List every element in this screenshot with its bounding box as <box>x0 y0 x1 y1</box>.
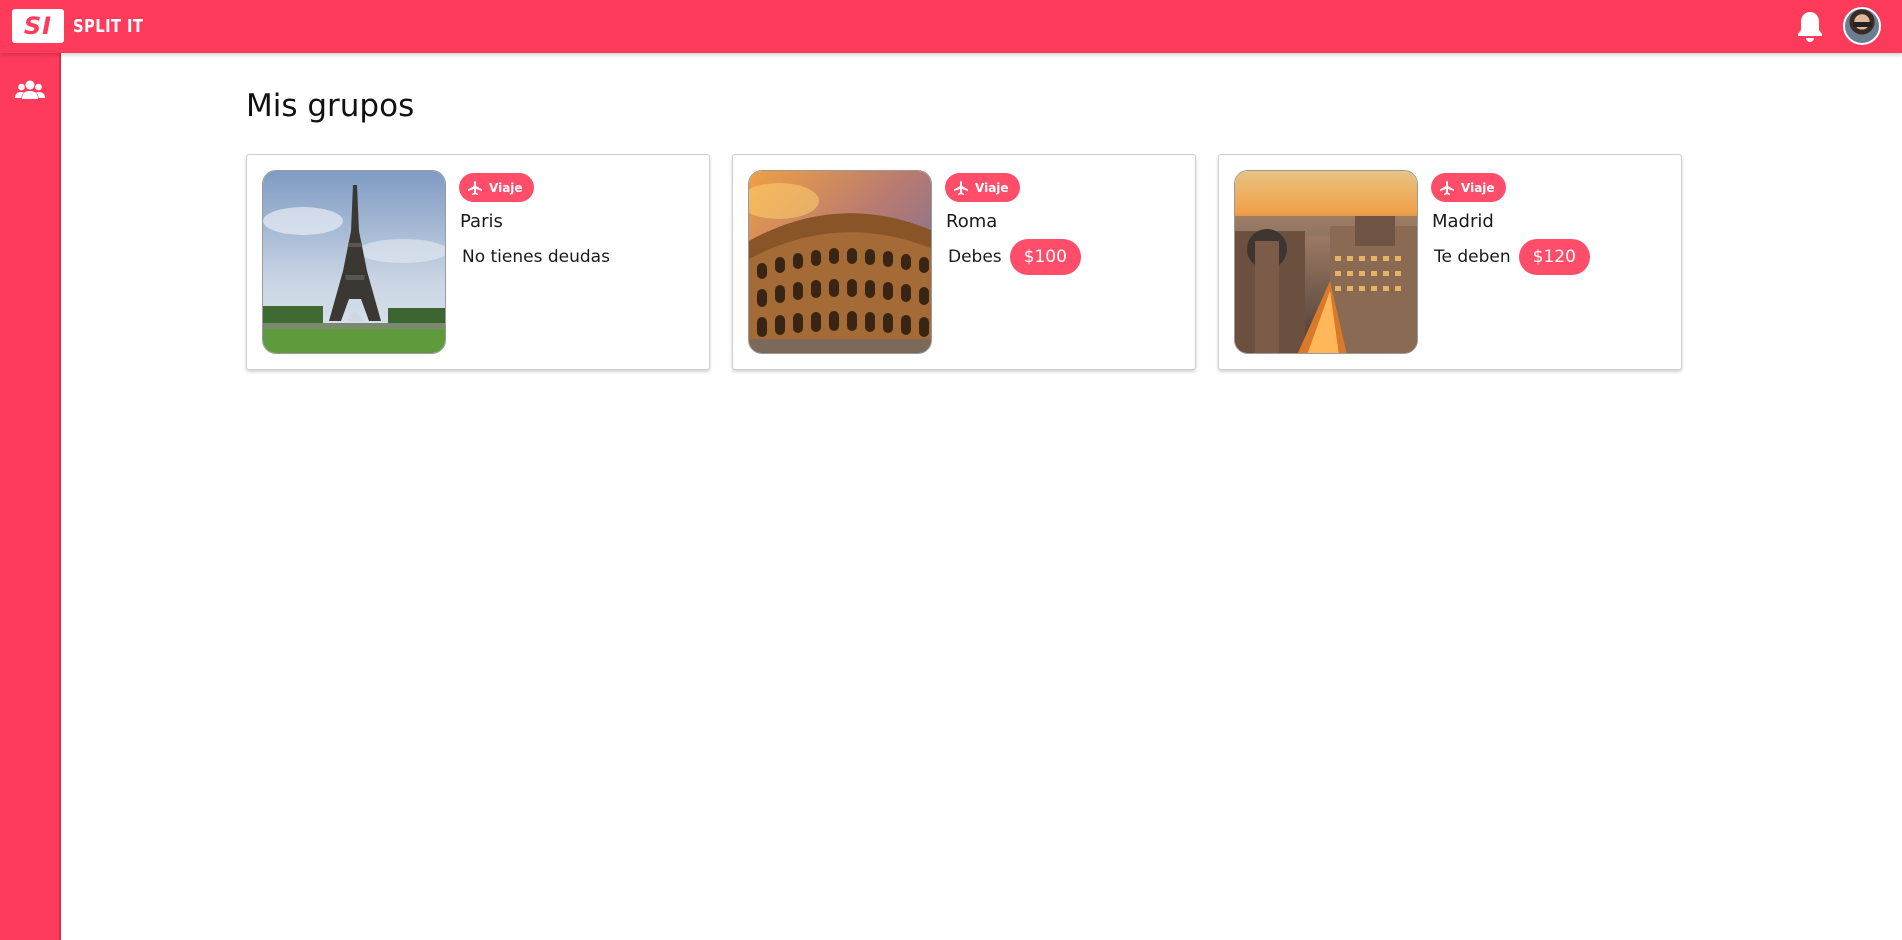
airplane-icon <box>954 180 968 195</box>
balance-label: Debes <box>948 247 1002 267</box>
avatar-glasses <box>1853 22 1872 27</box>
user-avatar[interactable] <box>1843 7 1881 45</box>
group-name: Paris <box>460 211 503 232</box>
groups-icon[interactable] <box>15 79 45 101</box>
balance-status: No tienes deudas <box>462 239 610 275</box>
category-label: Viaje <box>489 180 523 195</box>
bell-icon[interactable] <box>1795 10 1825 43</box>
balance-status: Te deben $120 <box>1434 239 1590 275</box>
app-name: SPLIT IT <box>73 15 144 37</box>
logo-mark: SI <box>12 9 64 43</box>
top-bar: SI SPLIT IT <box>0 0 1902 53</box>
group-name: Roma <box>946 211 998 232</box>
balance-label: Te deben <box>1434 247 1511 267</box>
amount-badge: $120 <box>1518 239 1590 275</box>
airplane-icon <box>1440 180 1454 195</box>
amount-badge: $100 <box>1009 239 1081 275</box>
group-card-paris[interactable]: Viaje Paris No tienes deudas <box>246 154 710 370</box>
sidebar <box>0 53 61 940</box>
balance-status: Debes $100 <box>948 239 1081 275</box>
airplane-icon <box>468 180 482 195</box>
group-card-roma[interactable]: Viaje Roma Debes $100 <box>732 154 1196 370</box>
group-card-madrid[interactable]: Viaje Madrid Te deben $120 <box>1218 154 1682 370</box>
group-name: Madrid <box>1432 211 1494 232</box>
category-label: Viaje <box>975 180 1009 195</box>
colosseum-photo <box>748 170 932 354</box>
brand[interactable]: SI SPLIT IT <box>12 9 159 43</box>
balance-label: No tienes deudas <box>462 247 610 267</box>
category-chip: Viaje <box>459 173 534 202</box>
page-title: Mis grupos <box>246 88 415 124</box>
category-chip: Viaje <box>945 173 1020 202</box>
madrid-gran-via-photo <box>1234 170 1418 354</box>
category-label: Viaje <box>1461 180 1495 195</box>
eiffel-tower-photo <box>262 170 446 354</box>
category-chip: Viaje <box>1431 173 1506 202</box>
